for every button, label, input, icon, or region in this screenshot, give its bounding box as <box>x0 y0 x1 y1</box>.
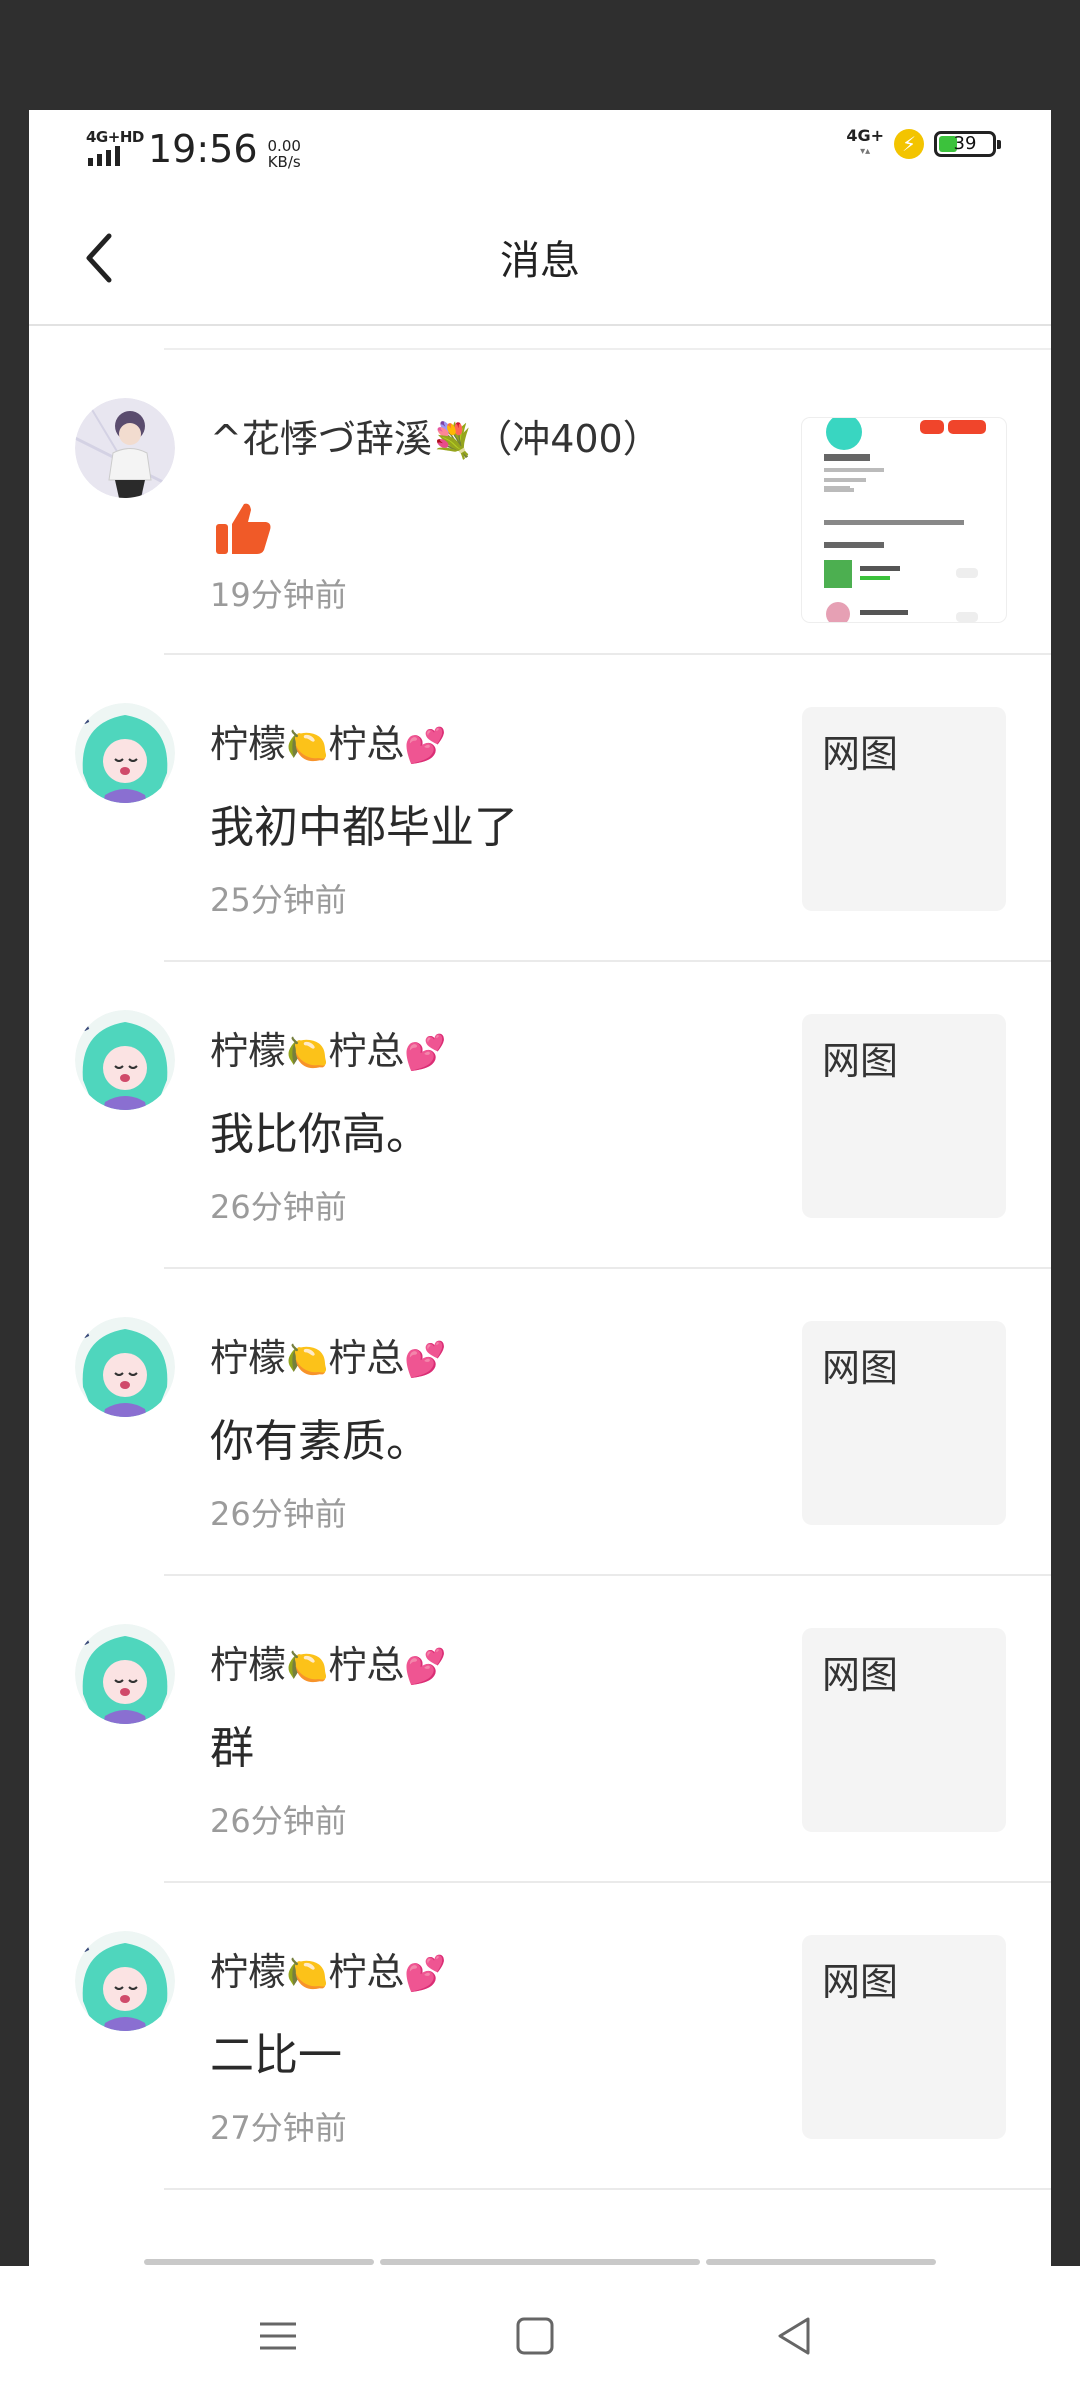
page-title: 消息 <box>500 238 580 284</box>
sender-text: 柠檬 <box>210 1029 287 1073</box>
message-time: 19分钟前 <box>210 576 347 614</box>
sender-name[interactable]: 柠檬🍋柠总💕 <box>210 1020 447 1075</box>
charging-icon: ⚡ <box>894 129 924 159</box>
hearts-emoji: 💕 <box>404 1647 447 1687</box>
hearts-emoji: 💕 <box>404 1340 447 1380</box>
lemon-emoji: 🍋 <box>286 1340 329 1380</box>
thumbnail-label: 网图 <box>822 1039 899 1083</box>
message-item[interactable]: 柠檬🍋柠总💕 群 26分钟前 网图 <box>29 1576 1051 1883</box>
sender-text: 柠总 <box>328 1950 405 1994</box>
thumbs-up-icon <box>216 503 271 554</box>
message-time: 26分钟前 <box>210 1495 347 1533</box>
sender-text: 柠檬 <box>210 1950 287 1994</box>
sender-name[interactable]: 柠檬🍋柠总💕 <box>210 1327 447 1382</box>
lemon-emoji: 🍋 <box>286 726 329 766</box>
hearts-emoji: 💕 <box>404 1033 447 1073</box>
avatar[interactable] <box>75 1317 175 1417</box>
message-item[interactable]: ^花悸づ辞溪💐（冲400） 19分钟前 <box>29 350 1051 655</box>
network-speed: 0.00 KB/s <box>268 138 301 170</box>
sender-text: 柠总 <box>328 1336 405 1380</box>
message-content: 我初中都毕业了 <box>210 802 518 853</box>
sender-text: ^花悸づ辞溪 <box>210 417 432 461</box>
message-item[interactable]: 柠檬🍋柠总💕 我比你高。 26分钟前 网图 <box>29 962 1051 1269</box>
sender-name[interactable]: ^花悸づ辞溪💐（冲400） <box>210 408 661 463</box>
menu-icon <box>260 2322 296 2350</box>
sender-name[interactable]: 柠檬🍋柠总💕 <box>210 1634 447 1689</box>
thumbnail-card[interactable]: 网图 <box>802 1014 1006 1218</box>
message-time: 26分钟前 <box>210 1188 347 1226</box>
home-square-icon <box>516 2317 554 2355</box>
thumbnail-card[interactable]: 网图 <box>802 1628 1006 1832</box>
thumbnail-label: 网图 <box>822 1346 899 1390</box>
status-bar: 4G+HD 19:56 0.00 KB/s 4G+ ▾▴ ⚡ 39 <box>29 110 1051 190</box>
message-item[interactable]: 柠檬🍋柠总💕 你有素质。 26分钟前 网图 <box>29 1269 1051 1576</box>
message-list[interactable]: ^花悸づ辞溪💐（冲400） 19分钟前 柠檬🍋柠总💕 我初中都毕业了 25分钟前… <box>29 350 1051 2190</box>
sender-text: 柠檬 <box>210 1336 287 1380</box>
divider <box>164 2188 1051 2190</box>
home-button[interactable] <box>505 2306 565 2366</box>
message-content: 我比你高。 <box>210 1109 430 1160</box>
avatar[interactable] <box>75 703 175 803</box>
message-content: 二比一 <box>210 2030 342 2081</box>
lemon-emoji: 🍋 <box>286 1033 329 1073</box>
avatar[interactable] <box>75 1931 175 2031</box>
sender-text: 柠檬 <box>210 1643 287 1687</box>
lemon-emoji: 🍋 <box>286 1647 329 1687</box>
phone-screen: 4G+HD 19:56 0.00 KB/s 4G+ ▾▴ ⚡ 39 消息 ^花悸… <box>29 110 1051 2266</box>
avatar[interactable] <box>75 1624 175 1724</box>
sender-text: 柠总 <box>328 1643 405 1687</box>
network-label: 4G+HD <box>86 128 144 146</box>
battery-icon: 39 <box>934 131 1001 157</box>
message-content: 你有素质。 <box>210 1416 430 1467</box>
thumbnail-card[interactable]: 网图 <box>802 707 1006 911</box>
avatar[interactable] <box>75 398 175 498</box>
profile-screenshot-thumbnail[interactable] <box>802 418 1006 622</box>
app-header: 消息 <box>29 190 1051 326</box>
message-time: 27分钟前 <box>210 2109 347 2147</box>
sender-text: 柠檬 <box>210 722 287 766</box>
message-item[interactable]: 柠檬🍋柠总💕 我初中都毕业了 25分钟前 网图 <box>29 655 1051 962</box>
thumbnail-card[interactable]: 网图 <box>802 1935 1006 2139</box>
right-network-label: 4G+ <box>846 126 884 145</box>
sender-name[interactable]: 柠檬🍋柠总💕 <box>210 713 447 768</box>
scroll-indicator <box>144 2259 936 2265</box>
thumbnail-label: 网图 <box>822 1653 899 1697</box>
message-time: 25分钟前 <box>210 881 347 919</box>
speed-value: 0.00 <box>267 137 301 155</box>
sender-text: 柠总 <box>328 1029 405 1073</box>
thumbnail-card[interactable]: 网图 <box>802 1321 1006 1525</box>
hearts-emoji: 💕 <box>404 726 447 766</box>
lemon-emoji: 🍋 <box>286 1954 329 1994</box>
status-time: 19:56 <box>148 127 258 171</box>
avatar[interactable] <box>75 1010 175 1110</box>
back-nav-button[interactable] <box>764 2306 824 2366</box>
mobile-data-icon: 4G+ ▾▴ <box>846 126 884 158</box>
sender-name[interactable]: 柠檬🍋柠总💕 <box>210 1941 447 1996</box>
message-item[interactable]: 柠檬🍋柠总💕 二比一 27分钟前 网图 <box>29 1883 1051 2190</box>
message-time: 26分钟前 <box>210 1802 347 1840</box>
system-nav-bar <box>0 2266 1080 2400</box>
sender-suffix: （冲400） <box>474 417 661 461</box>
signal-strength-icon: 4G+HD <box>84 128 144 170</box>
hearts-emoji: 💕 <box>404 1954 447 1994</box>
back-triangle-icon <box>778 2317 810 2355</box>
thumbnail-label: 网图 <box>822 1960 899 2004</box>
flower-emoji: 💐 <box>431 421 475 461</box>
speed-unit: KB/s <box>267 153 301 171</box>
battery-level: 39 <box>953 133 977 154</box>
sender-text: 柠总 <box>328 722 405 766</box>
thumbnail-label: 网图 <box>822 732 899 776</box>
menu-button[interactable] <box>248 2306 308 2366</box>
message-content: 群 <box>210 1723 254 1774</box>
